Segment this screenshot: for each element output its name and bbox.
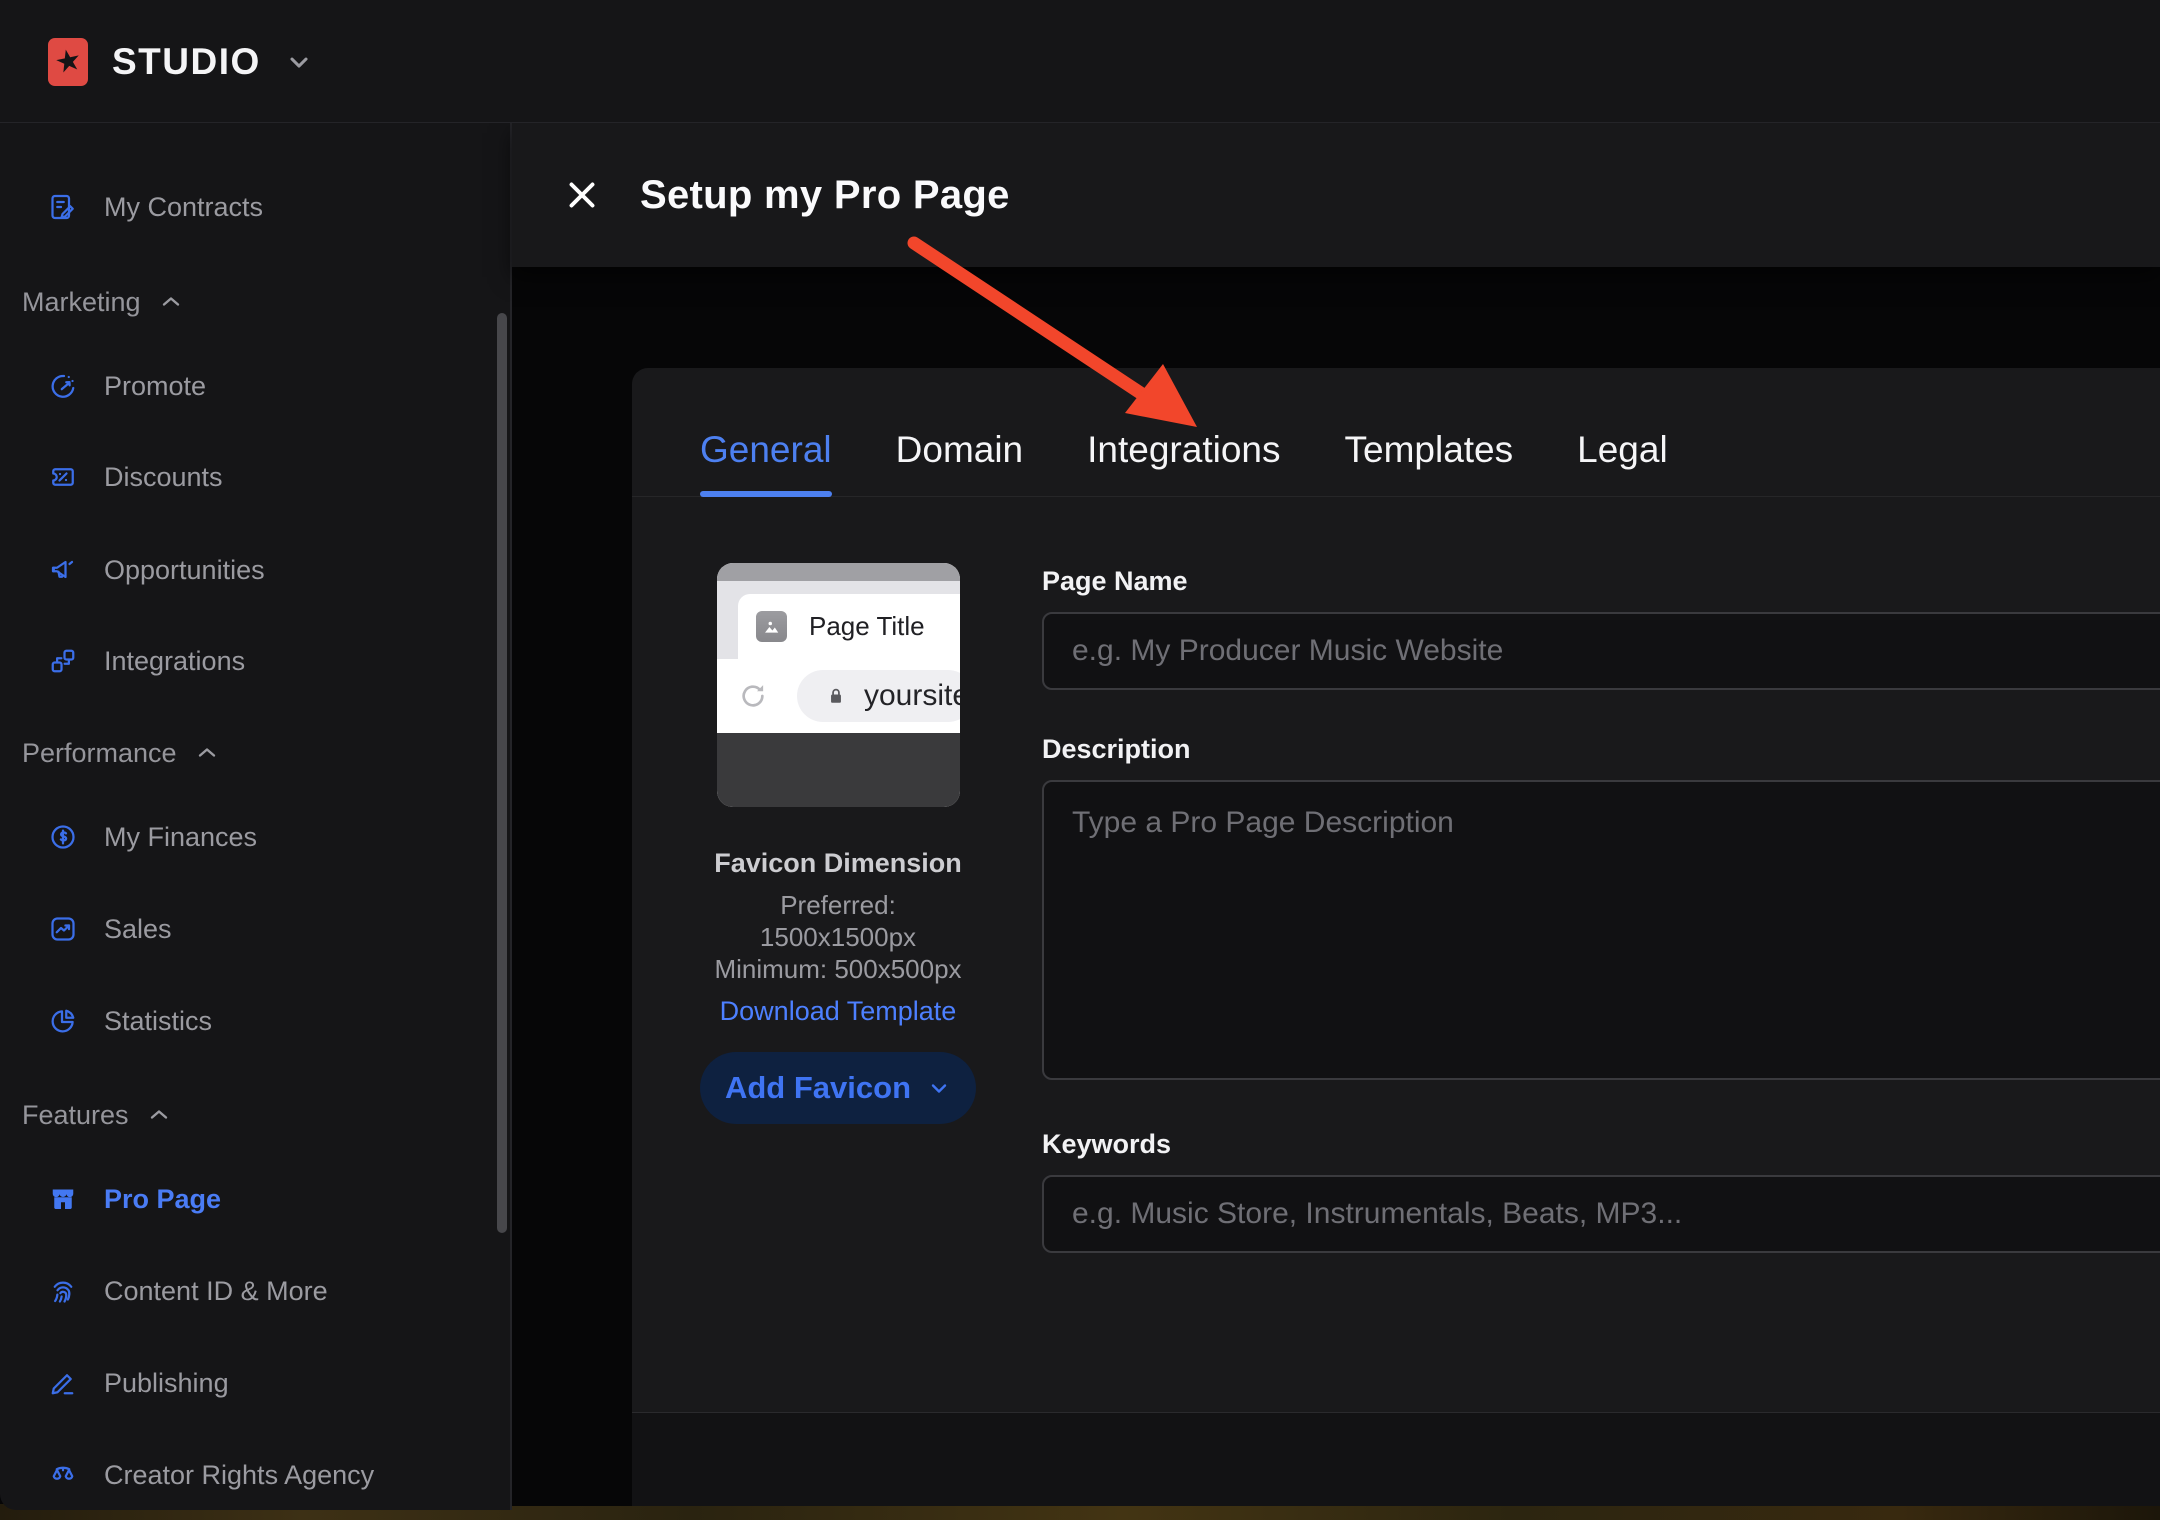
close-icon[interactable] [564, 177, 600, 213]
chevron-down-icon [931, 1084, 947, 1093]
sidebar-section-features[interactable]: Features [0, 1069, 510, 1161]
pro-page-form: Page Name Description Keywords [1042, 564, 2160, 1253]
sidebar-item-my-contracts[interactable]: My Contracts [0, 161, 510, 253]
favicon-info: Favicon Dimension Preferred: 1500x1500px… [700, 848, 976, 1124]
tab-templates[interactable]: Templates [1345, 430, 1514, 470]
keywords-group: Keywords [1042, 1127, 2160, 1253]
brand-chevron-down-icon [290, 57, 308, 68]
fingerprint-icon [48, 1276, 78, 1306]
megaphone-icon [48, 555, 78, 585]
preview-page-title: Page Title [809, 611, 925, 641]
favicon-preferred-value: 1500x1500px [759, 922, 917, 952]
keywords-label: Keywords [1042, 1129, 1172, 1159]
tab-domain[interactable]: Domain [896, 430, 1024, 470]
screen: ★ STUDIO My Contracts Marketing Promote … [0, 0, 2160, 1520]
description-textarea[interactable] [1042, 780, 2160, 1080]
browser-tabbar: Page Title [717, 581, 960, 659]
favicon-preferred-label: Preferred: [780, 890, 896, 920]
favicon-minimum: Minimum: 500x500px [714, 954, 962, 984]
sidebar-item-integrations[interactable]: Integrations [0, 615, 510, 707]
sidebar-item-my-finances[interactable]: My Finances [0, 791, 510, 883]
brand-menu[interactable]: ★ STUDIO [48, 0, 313, 123]
modal-header: Setup my Pro Page [512, 123, 2160, 267]
sidebar-section-marketing[interactable]: Marketing [0, 256, 510, 348]
scales-icon [48, 1460, 78, 1490]
keywords-input[interactable] [1042, 1175, 2160, 1253]
contract-icon [48, 192, 78, 222]
tab-integrations[interactable]: Integrations [1087, 430, 1280, 470]
sidebar-item-opportunities[interactable]: Opportunities [0, 524, 510, 616]
sidebar-item-publishing[interactable]: Publishing [0, 1337, 510, 1429]
sales-chart-icon [48, 914, 78, 944]
discount-ticket-icon [48, 462, 78, 492]
browser-address-bar: yoursite [717, 659, 960, 733]
sidebar-item-content-id[interactable]: Content ID & More [0, 1245, 510, 1337]
pen-icon [48, 1368, 78, 1398]
top-app-bar: ★ STUDIO [0, 0, 2160, 123]
sidebar-item-pro-page[interactable]: Pro Page [0, 1153, 510, 1245]
favicon-placeholder-icon [756, 611, 787, 642]
chevron-up-icon [198, 748, 215, 757]
beatstars-logo-icon: ★ [48, 37, 88, 86]
browser-content-area [717, 733, 960, 807]
sidebar: My Contracts Marketing Promote Discounts… [0, 123, 512, 1510]
favicon-heading: Favicon Dimension [714, 848, 962, 878]
page-name-label: Page Name [1042, 566, 1188, 596]
chevron-up-icon [150, 1110, 167, 1119]
tab-legal[interactable]: Legal [1577, 430, 1668, 470]
description-label: Description [1042, 734, 1191, 764]
brand-name: STUDIO [112, 40, 261, 82]
browser-chrome-strip [717, 563, 960, 581]
download-template-link[interactable]: Download Template [720, 996, 957, 1027]
sidebar-item-discounts[interactable]: Discounts [0, 431, 510, 523]
sidebar-item-sales[interactable]: Sales [0, 883, 510, 975]
preview-url: yoursite [864, 679, 960, 712]
modal-card: General Domain Integrations Templates Le… [632, 368, 2160, 1412]
pie-chart-icon [48, 1006, 78, 1036]
tab-general[interactable]: General [700, 430, 832, 497]
sidebar-item-promote[interactable]: Promote [0, 340, 510, 432]
lock-icon [831, 688, 841, 703]
url-pill: yoursite [797, 670, 960, 722]
description-group: Description [1042, 732, 2160, 1085]
sidebar-scrollbar[interactable] [497, 313, 507, 1233]
sidebar-item-statistics[interactable]: Statistics [0, 975, 510, 1067]
blocks-icon [48, 646, 78, 676]
tab-bar: General Domain Integrations Templates Le… [632, 368, 2160, 497]
modal-lower-panel [632, 1412, 2160, 1506]
favicon-browser-preview: Page Title yoursite [717, 563, 960, 807]
storefront-icon [48, 1184, 78, 1214]
reload-icon [742, 685, 764, 707]
promote-gauge-icon [48, 371, 78, 401]
chevron-up-icon [162, 297, 179, 306]
sidebar-item-creator-rights-agency[interactable]: Creator Rights Agency [0, 1429, 510, 1520]
browser-tab: Page Title [738, 594, 960, 659]
dollar-circle-icon [48, 822, 78, 852]
page-name-group: Page Name [1042, 564, 2160, 690]
modal-title: Setup my Pro Page [640, 172, 1010, 217]
sidebar-section-performance[interactable]: Performance [0, 707, 510, 799]
page-name-input[interactable] [1042, 612, 2160, 690]
add-favicon-button[interactable]: Add Favicon [700, 1052, 976, 1124]
